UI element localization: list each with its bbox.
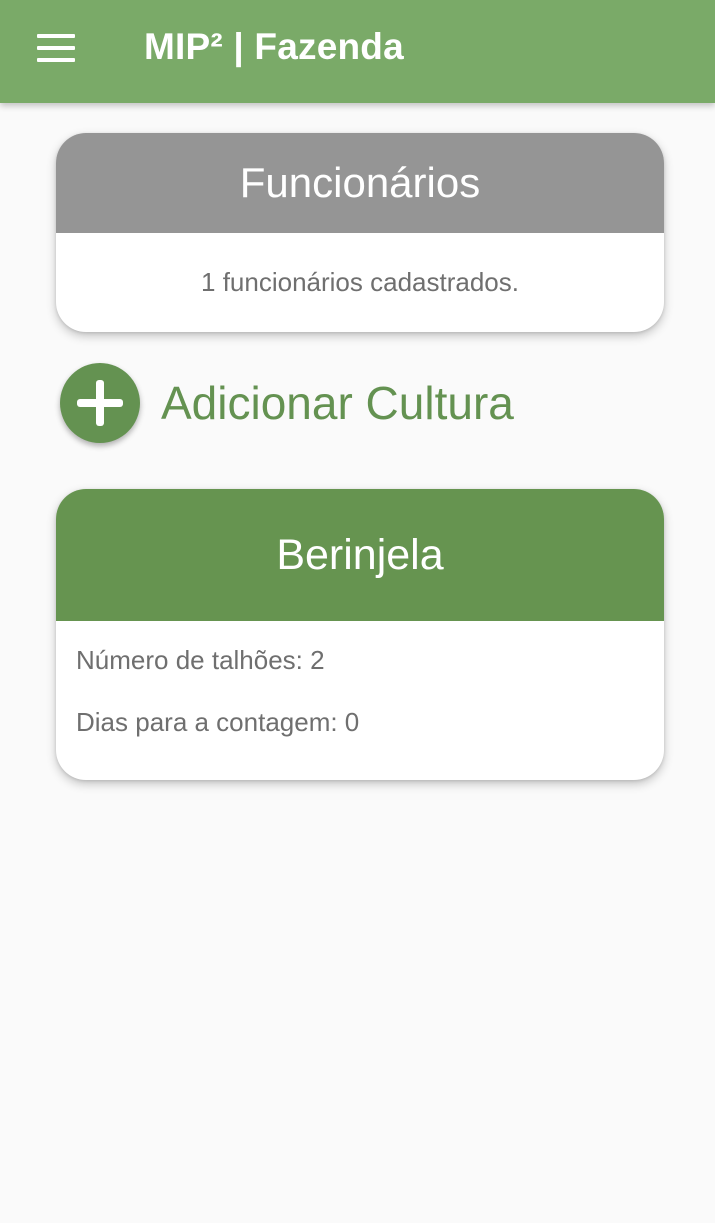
plots-count-text: Número de talhões: 2 — [76, 645, 325, 675]
crop-card-title: Berinjela — [56, 489, 664, 621]
add-crop-label[interactable]: Adicionar Cultura — [161, 376, 514, 430]
crop-card[interactable]: Berinjela Número de talhões: 2 Dias para… — [56, 489, 664, 780]
crop-card-body: Número de talhões: 2 Dias para a contage… — [56, 621, 664, 767]
app-bar: MIP² | Fazenda — [0, 0, 715, 103]
days-to-count-text: Dias para a contagem: 0 — [76, 707, 360, 737]
add-crop-button[interactable]: Adicionar Cultura — [60, 363, 514, 443]
app-title: MIP² | Fazenda — [144, 26, 404, 67]
menu-icon-line — [37, 34, 75, 38]
plus-circle-icon[interactable] — [60, 363, 140, 443]
employees-card-title: Funcionários — [56, 133, 664, 233]
menu-icon[interactable] — [26, 20, 86, 76]
menu-icon-line — [37, 58, 75, 62]
menu-icon-line — [37, 46, 75, 50]
employees-card[interactable]: Funcionários 1 funcionários cadastrados. — [56, 133, 664, 332]
employees-count-text: 1 funcionários cadastrados. — [201, 267, 519, 297]
